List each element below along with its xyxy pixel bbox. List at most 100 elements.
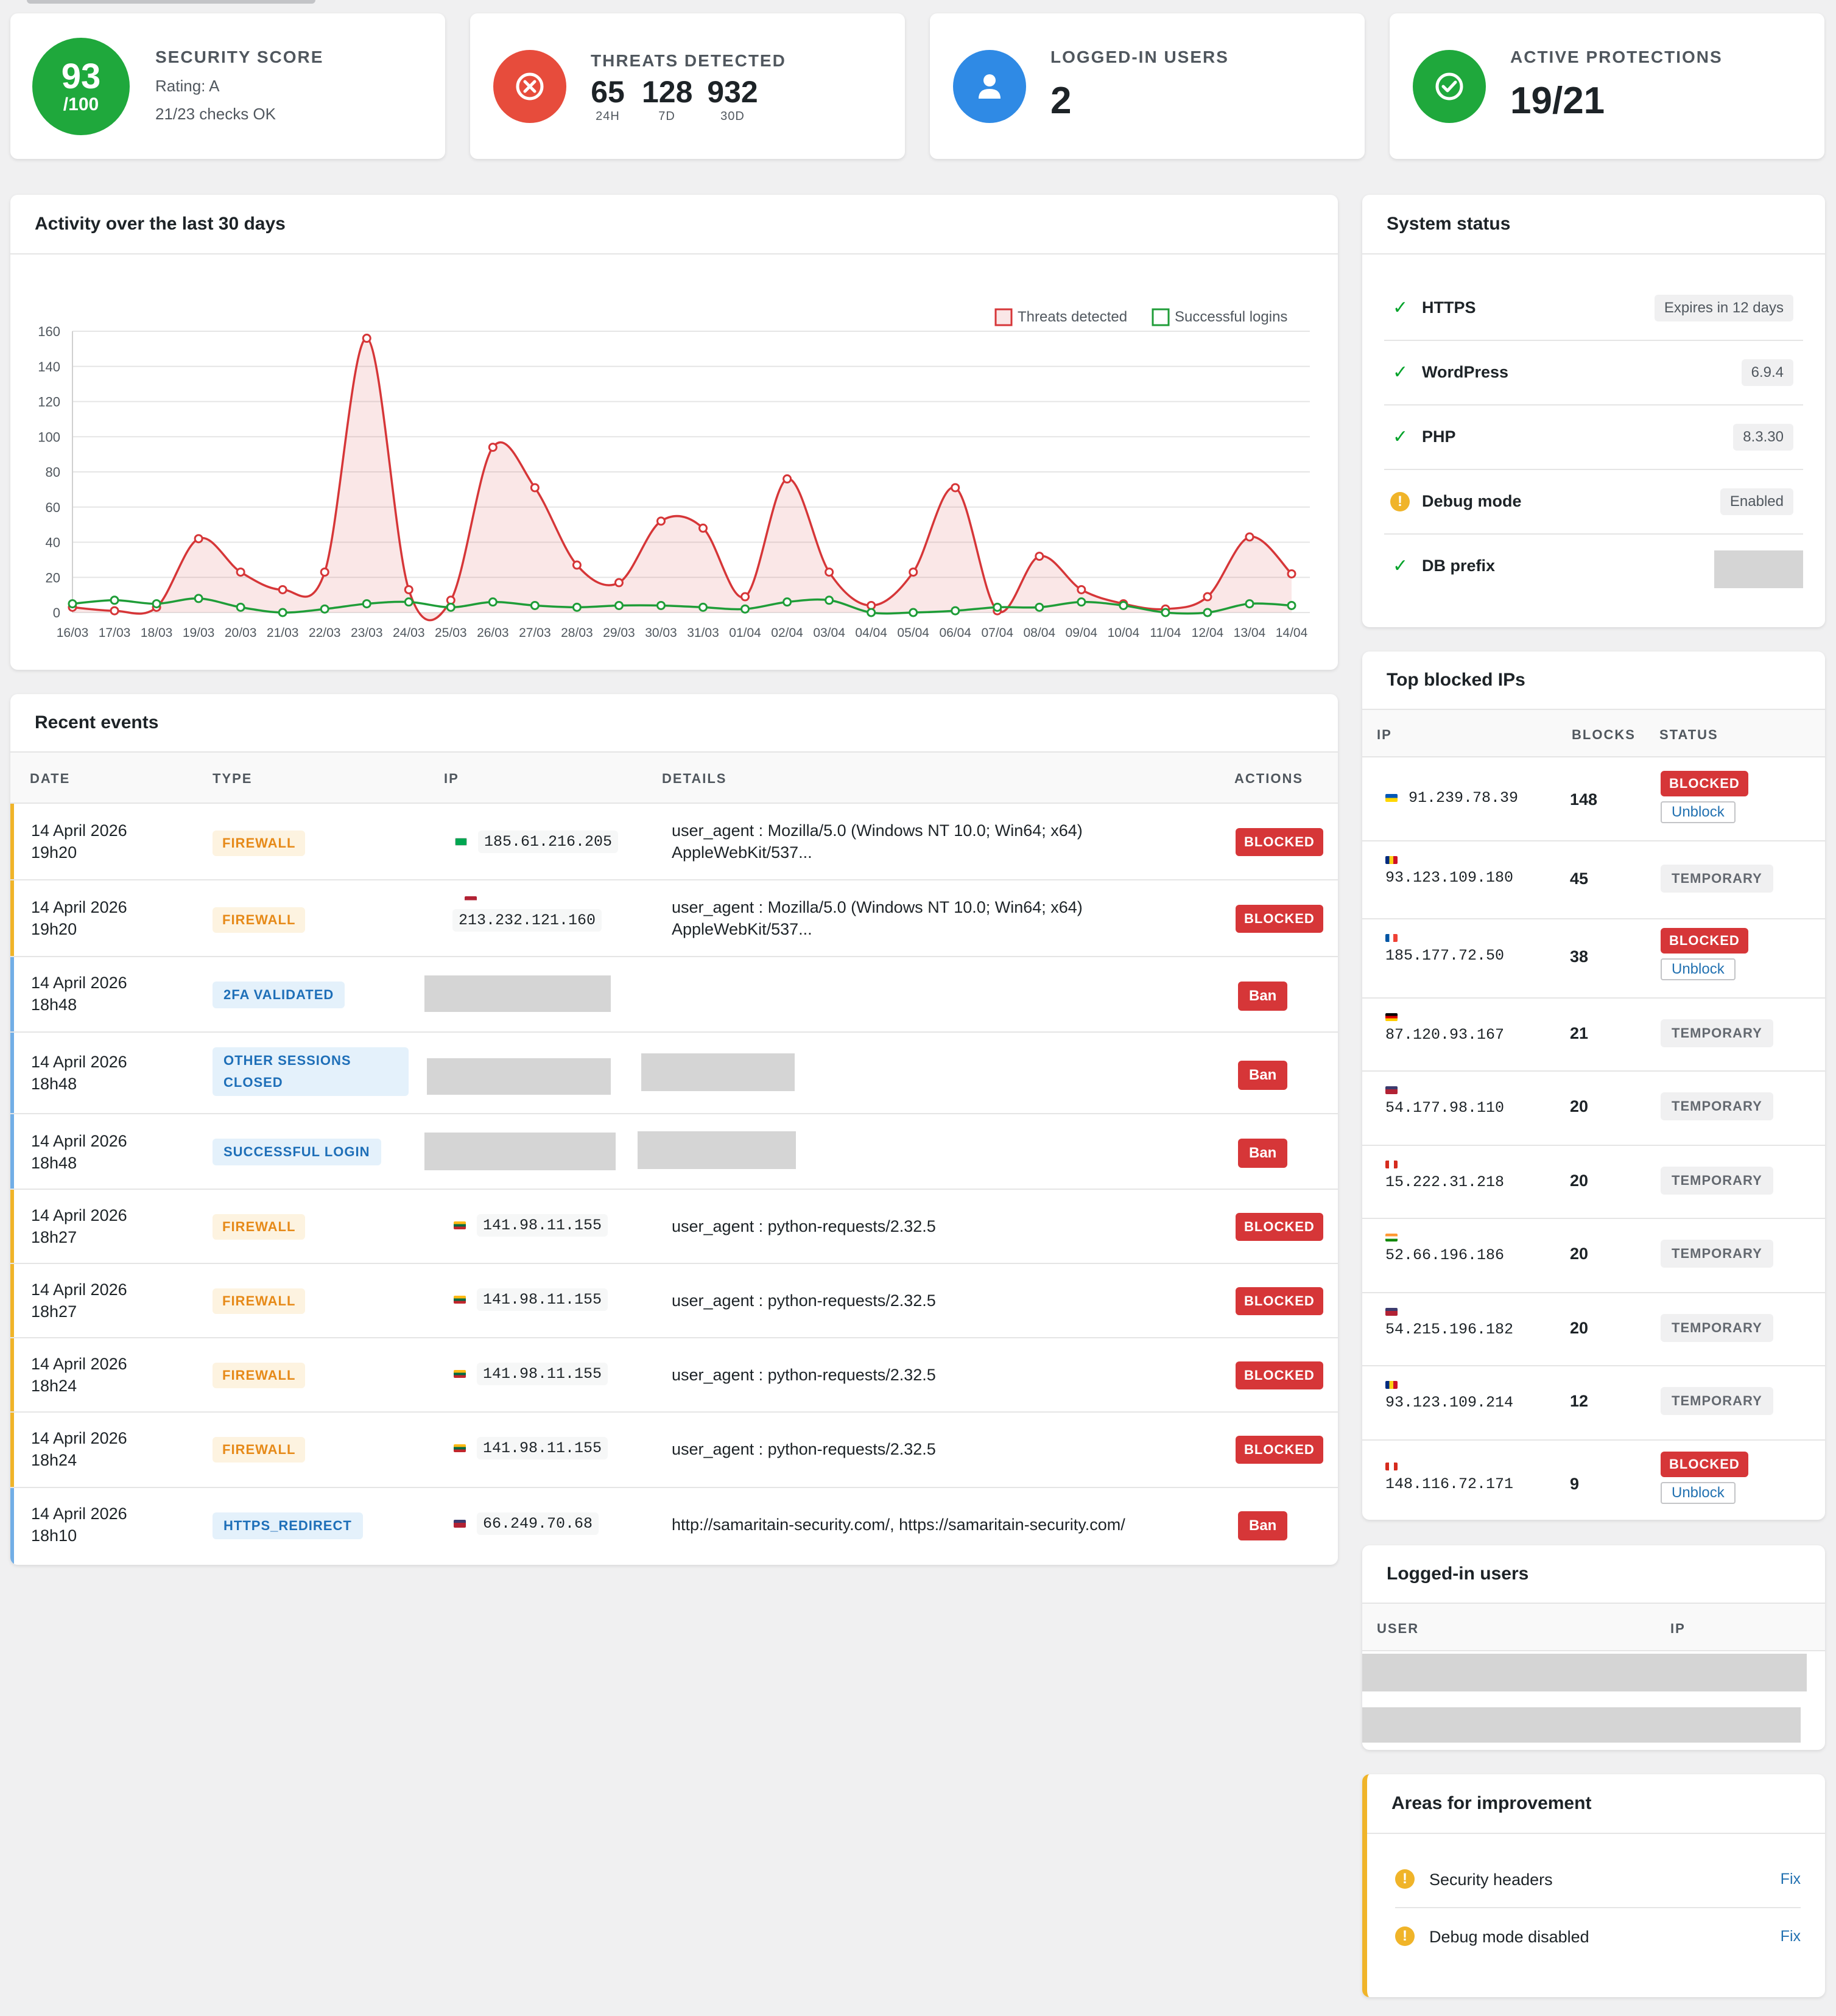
users-label: LOGGED-IN USERS (1050, 47, 1229, 66)
flag-icon (1385, 1013, 1398, 1021)
col-actions: ACTIONS (1234, 771, 1303, 786)
threats-point (783, 474, 792, 484)
threats-point (909, 567, 918, 577)
event-ip: 141.98.11.155 (454, 1363, 608, 1385)
event-row: 14 April 2026 18h27 FIREWALL 141.98.11.15… (10, 1264, 1338, 1338)
logins-point (488, 597, 498, 607)
logins-point (951, 606, 960, 616)
unblock-button[interactable]: Unblock (1661, 1482, 1736, 1504)
status-temporary-badge: TEMPORARY (1661, 865, 1773, 893)
x-tick-label: 23/03 (351, 626, 383, 640)
redacted-ip (424, 1133, 616, 1170)
status-row-db-prefix: ✓ DB prefix (1384, 535, 1803, 599)
event-row: 14 April 2026 18h27 FIREWALL 141.98.11.15… (10, 1190, 1338, 1264)
ban-button[interactable]: Ban (1238, 1061, 1288, 1090)
flag-icon (454, 1444, 466, 1452)
ban-button[interactable]: Ban (1238, 1139, 1288, 1168)
flag-icon (1385, 1381, 1398, 1389)
check-icon: ✓ (1393, 362, 1409, 382)
threats-30d: 932 30D (707, 75, 758, 123)
event-ip: 185.61.216.205 (455, 831, 619, 853)
col-date: DATE (30, 771, 71, 786)
blocked-button[interactable]: BLOCKED (1236, 1361, 1323, 1389)
warning-icon: ! (1390, 492, 1410, 511)
flag-icon (1385, 1161, 1398, 1168)
recent-events-card: Recent events DATE TYPE IP DETAILS ACTIO… (10, 694, 1338, 1565)
y-tick-label: 0 (53, 605, 60, 620)
x-tick-label: 10/04 (1108, 626, 1140, 640)
threats-point (488, 443, 498, 452)
redacted-ip (427, 1058, 611, 1095)
event-ip: 141.98.11.155 (454, 1288, 608, 1311)
flag-icon (454, 1519, 466, 1528)
x-tick-label: 29/03 (603, 626, 635, 640)
x-tick-label: 03/04 (813, 626, 845, 640)
ban-button[interactable]: Ban (1238, 982, 1288, 1011)
unblock-button[interactable]: Unblock (1661, 958, 1736, 980)
events-title: Recent events (10, 694, 1338, 753)
threats-card: THREATS DETECTED 65 24H 128 7D 932 30D (470, 13, 905, 159)
y-tick-label: 80 (46, 465, 60, 480)
y-tick-label: 60 (46, 500, 60, 515)
areas-for-improvement-card: Areas for improvement ! Security headers… (1362, 1774, 1825, 1997)
redacted-user-row (1362, 1654, 1807, 1691)
threats-point (404, 585, 413, 594)
x-tick-label: 08/04 (1024, 626, 1056, 640)
score-rating: Rating: A (155, 77, 220, 95)
status-blocked-badge: BLOCKED (1661, 1452, 1748, 1477)
redacted-ip (424, 975, 611, 1012)
redacted-details (641, 1053, 795, 1091)
threats-point (1035, 552, 1044, 561)
score-value: 93 (61, 56, 101, 96)
event-row: 14 April 2026 18h24 FIREWALL 141.98.11.15… (10, 1413, 1338, 1488)
x-tick-label: 09/04 (1066, 626, 1098, 640)
flag-icon (454, 1221, 466, 1229)
flag-icon (1385, 934, 1398, 942)
blocked-button[interactable]: BLOCKED (1236, 905, 1323, 933)
col-type: TYPE (213, 771, 253, 786)
flag-icon (1385, 1308, 1398, 1316)
logins-point (1077, 597, 1086, 607)
blocked-ip-row: 54.177.98.110 20 TEMPORARY (1362, 1072, 1825, 1146)
ban-button[interactable]: Ban (1238, 1511, 1288, 1540)
event-type-badge: FIREWALL (213, 1288, 306, 1314)
legend-label: Successful logins (1175, 309, 1287, 325)
x-tick-label: 22/03 (309, 626, 341, 640)
event-ip: 141.98.11.155 (454, 1437, 608, 1459)
threats-point (194, 534, 203, 544)
status-value: Enabled (1720, 488, 1793, 515)
x-tick-label: 26/03 (477, 626, 509, 640)
x-tick-label: 19/03 (183, 626, 215, 640)
logins-point (825, 595, 834, 605)
fix-link[interactable]: Fix (1781, 1928, 1801, 1945)
x-tick-label: 06/04 (939, 626, 971, 640)
protections-value: 19/21 (1510, 80, 1605, 122)
logged-title: Logged-in users (1362, 1545, 1825, 1604)
flag-icon (454, 1369, 466, 1378)
protections-label: ACTIVE PROTECTIONS (1510, 47, 1723, 66)
threats-circle (493, 50, 566, 123)
event-type-badge: FIREWALL (213, 1437, 306, 1463)
status-temporary-badge: TEMPORARY (1661, 1240, 1773, 1268)
status-value: 8.3.30 (1733, 424, 1793, 451)
blocked-button[interactable]: BLOCKED (1236, 1287, 1323, 1315)
blocked-button[interactable]: BLOCKED (1236, 1436, 1323, 1464)
flag-icon (465, 896, 477, 904)
improvement-item: ! Security headers Fix (1395, 1851, 1801, 1908)
fix-link[interactable]: Fix (1781, 1870, 1801, 1888)
x-tick-label: 17/03 (99, 626, 131, 640)
blocked-ip-row: 91.239.78.39 148 BLOCKED Unblock (1362, 757, 1825, 841)
score-denominator: /100 (63, 94, 99, 114)
unblock-button[interactable]: Unblock (1661, 801, 1736, 823)
status-blocked-badge: BLOCKED (1661, 928, 1748, 954)
logins-point (783, 597, 792, 607)
threats-point (530, 483, 540, 493)
event-row: 14 April 2026 18h48 2FA VALIDATED Ban (10, 957, 1338, 1033)
threats-point (1287, 569, 1296, 578)
logged-users-card: LOGGED-IN USERS 2 (930, 13, 1365, 159)
blocked-button[interactable]: BLOCKED (1236, 1213, 1323, 1241)
improvement-item: ! Debug mode disabled Fix (1395, 1908, 1801, 1965)
blocked-button[interactable]: BLOCKED (1236, 828, 1323, 856)
threats-point (320, 567, 329, 577)
logins-point (1287, 600, 1296, 610)
